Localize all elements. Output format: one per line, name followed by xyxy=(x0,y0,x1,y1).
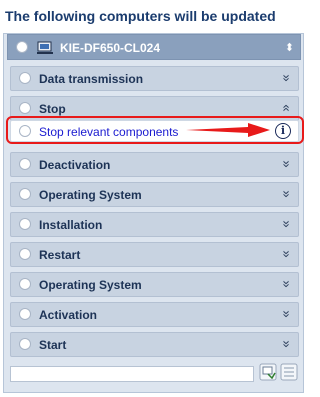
filter-input[interactable] xyxy=(10,366,254,382)
step-label: Stop xyxy=(39,102,66,116)
chevron-down-icon[interactable]: » xyxy=(277,310,295,317)
step-operating-system[interactable]: Operating System » xyxy=(10,182,299,207)
chevron-down-icon[interactable]: » xyxy=(277,340,295,347)
step-radio[interactable] xyxy=(19,102,31,114)
computer-name: KIE-DF650-CL024 xyxy=(60,41,161,55)
step-restart[interactable]: Restart » xyxy=(10,242,299,267)
computer-row[interactable]: KIE-DF650-CL024 ⬍ xyxy=(7,34,301,60)
step-radio[interactable] xyxy=(19,158,31,170)
step-radio[interactable] xyxy=(19,72,31,84)
step-radio[interactable] xyxy=(19,218,31,230)
step-radio[interactable] xyxy=(19,338,31,350)
chevron-down-icon[interactable]: » xyxy=(277,280,295,287)
step-radio[interactable] xyxy=(19,308,31,320)
step-label: Activation xyxy=(39,308,98,322)
step-label: Operating System xyxy=(39,188,142,202)
step-radio[interactable] xyxy=(19,248,31,260)
step-label: Installation xyxy=(39,218,103,232)
computer-monitor-icon xyxy=(37,41,53,54)
chevron-down-icon[interactable]: » xyxy=(277,250,295,257)
step-label: Start xyxy=(39,338,67,352)
step-radio[interactable] xyxy=(19,278,31,290)
computer-panel: KIE-DF650-CL024 ⬍ Data transmission » St… xyxy=(3,33,304,393)
step-activation[interactable]: Activation » xyxy=(10,302,299,327)
chevron-down-icon[interactable]: » xyxy=(277,160,295,167)
step-label: Data transmission xyxy=(39,72,144,86)
step-radio[interactable] xyxy=(19,188,31,200)
annotation-arrow-icon xyxy=(186,123,270,137)
chevron-down-icon[interactable]: » xyxy=(277,190,295,197)
step-label: Deactivation xyxy=(39,158,111,172)
step-deactivation[interactable]: Deactivation » xyxy=(10,152,299,177)
step-installation[interactable]: Installation » xyxy=(10,212,299,237)
step-data-transmission[interactable]: Data transmission » xyxy=(10,66,299,91)
page-title: The following computers will be updated xyxy=(5,8,276,24)
step-operating-system-2[interactable]: Operating System » xyxy=(10,272,299,297)
computer-radio[interactable] xyxy=(16,41,28,53)
step-label: Operating System xyxy=(39,278,142,292)
step-label: Restart xyxy=(39,248,81,262)
chevron-down-icon[interactable]: » xyxy=(277,220,295,227)
chevron-down-icon[interactable]: » xyxy=(277,74,295,81)
step-start[interactable]: Start » xyxy=(10,332,299,357)
select-all-icon[interactable] xyxy=(259,363,277,381)
chevron-up-icon[interactable]: « xyxy=(277,104,295,111)
deselect-all-icon[interactable] xyxy=(280,363,298,381)
collapse-expand-icon[interactable]: ⬍ xyxy=(285,39,294,57)
